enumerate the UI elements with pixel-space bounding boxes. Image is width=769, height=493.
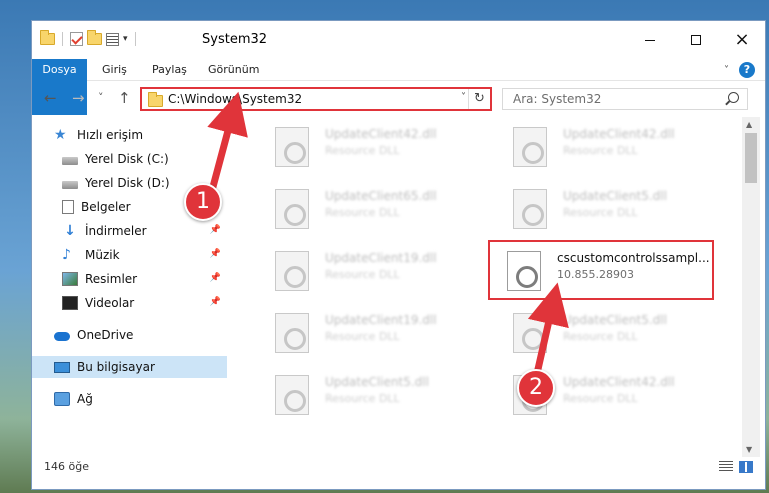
annotation-arrows xyxy=(206,91,569,382)
arrow-to-address-bar xyxy=(206,91,248,202)
callout-step-1: 1 xyxy=(184,183,222,221)
callout-step-2: 2 xyxy=(517,369,555,407)
arrow-to-file xyxy=(527,282,569,382)
